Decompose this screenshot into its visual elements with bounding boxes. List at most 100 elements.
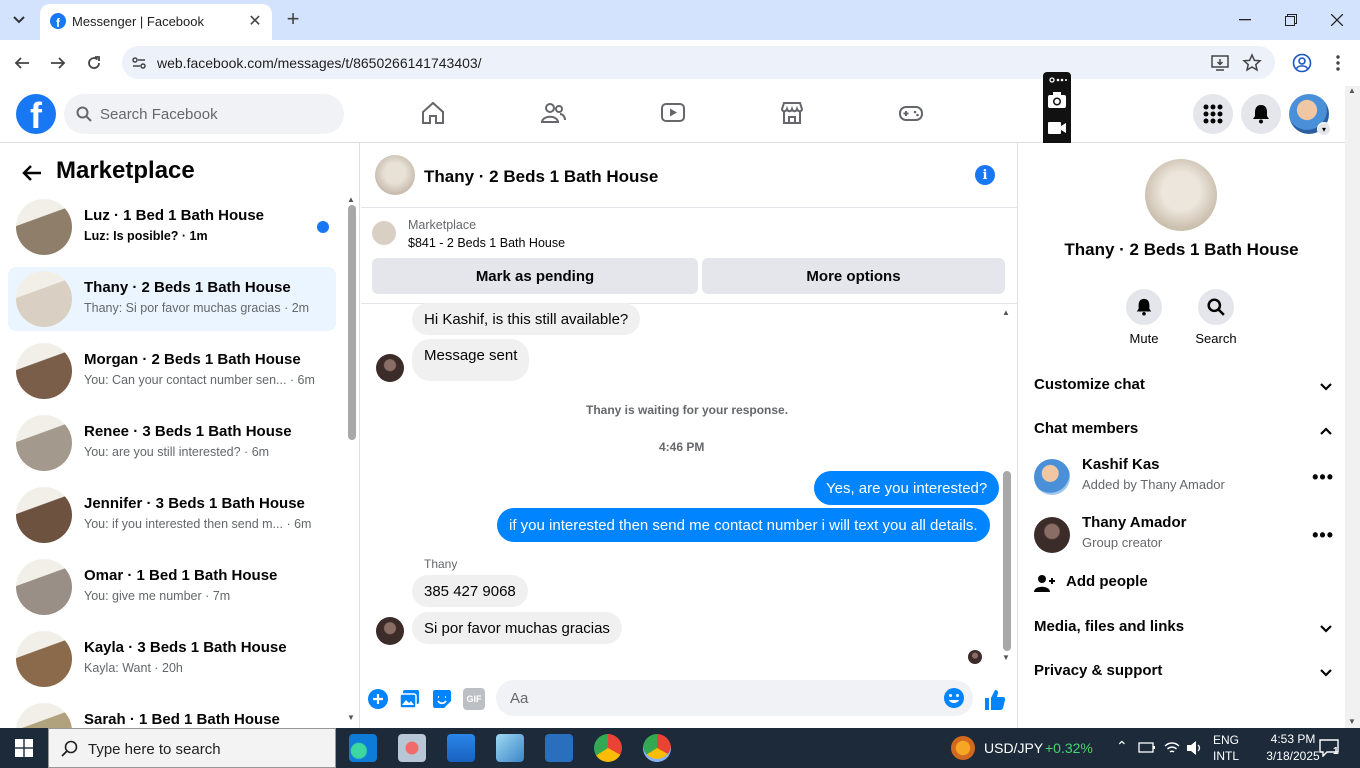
more-options-icon[interactable]: ••• <box>1312 525 1334 546</box>
conversation-item[interactable]: Thany · 2 Beds 1 Bath House Thany: Si por… <box>8 267 336 331</box>
more-options-icon[interactable]: ••• <box>1312 467 1334 488</box>
conversation-item[interactable]: Morgan · 2 Beds 1 Bath House You: Can you… <box>8 339 336 403</box>
install-app-icon[interactable] <box>1210 53 1230 73</box>
listing-thumbnail[interactable] <box>372 221 396 245</box>
sidebar-scrollbar[interactable] <box>348 205 356 440</box>
mute-button[interactable]: Mute <box>1114 289 1174 346</box>
chat-members-section[interactable]: Chat members <box>1034 420 1334 444</box>
conversation-thumbnail <box>16 559 72 615</box>
add-people-button[interactable]: Add people <box>1034 573 1334 597</box>
chrome-icon[interactable] <box>594 734 622 762</box>
gif-button[interactable]: GIF <box>463 688 485 710</box>
new-tab-button[interactable]: + <box>282 6 304 31</box>
site-settings-icon[interactable] <box>130 54 148 72</box>
facebook-search-input[interactable]: Search Facebook <box>64 94 344 134</box>
microsoft-store-icon[interactable] <box>447 734 475 762</box>
friends-icon[interactable] <box>540 100 566 126</box>
conversation-item[interactable]: Omar · 1 Bed 1 Bath House You: give me nu… <box>8 555 336 619</box>
section-label: Chat members <box>1034 420 1139 437</box>
wifi-icon[interactable] <box>1163 740 1181 756</box>
scroll-down-icon[interactable]: ▼ <box>1002 653 1010 662</box>
ticker-icon[interactable] <box>951 736 975 760</box>
emoji-icon[interactable] <box>943 687 965 709</box>
listing-price[interactable]: $841 - 2 Beds 1 Bath House <box>408 236 565 250</box>
info-icon[interactable]: i <box>975 165 995 185</box>
keyboard-layout[interactable]: INTL <box>1213 749 1239 763</box>
bookmark-star-icon[interactable] <box>1242 53 1262 73</box>
snipping-tool-icon[interactable] <box>398 734 426 762</box>
minimize-button[interactable] <box>1230 6 1260 34</box>
back-button[interactable] <box>10 51 34 75</box>
calculator-icon[interactable] <box>545 734 573 762</box>
thumbs-up-icon[interactable] <box>983 688 1007 712</box>
reload-button[interactable] <box>82 51 106 75</box>
media-files-links-section[interactable]: Media, files and links <box>1034 618 1334 642</box>
page-scrollbar[interactable]: ▲ ▼ <box>1345 86 1360 728</box>
close-window-button[interactable] <box>1322 6 1352 34</box>
conversation-item[interactable]: Kayla · 3 Beds 1 Bath House Kayla: Want ·… <box>8 627 336 691</box>
video-icon[interactable] <box>660 100 686 126</box>
clock-date[interactable]: 3/18/2025 <box>1263 749 1323 763</box>
back-arrow-icon[interactable] <box>20 161 44 185</box>
ticker-symbol[interactable]: USD/JPY <box>984 740 1043 756</box>
panel-title: Marketplace <box>56 157 195 184</box>
address-bar[interactable]: web.facebook.com/messages/t/865026614174… <box>122 46 1275 79</box>
bell-icon <box>1253 105 1269 124</box>
menu-button[interactable] <box>1193 94 1233 134</box>
maximize-button[interactable] <box>1276 6 1306 34</box>
chat-title[interactable]: Thany · 2 Beds 1 Bath House <box>424 167 658 187</box>
forward-button[interactable] <box>46 51 70 75</box>
chrome-active-icon[interactable] <box>643 734 671 762</box>
chat-scrollbar[interactable] <box>1003 471 1011 651</box>
chat-photo[interactable] <box>1145 159 1217 231</box>
account-avatar[interactable]: ▾ <box>1289 94 1331 136</box>
member-avatar[interactable] <box>1034 517 1070 553</box>
volume-icon[interactable] <box>1186 740 1204 756</box>
mark-as-pending-button[interactable]: Mark as pending <box>372 258 698 294</box>
scroll-up-icon[interactable]: ▲ <box>347 195 355 204</box>
message-input[interactable]: Aa <box>496 680 973 716</box>
camera-icon[interactable] <box>1047 90 1067 110</box>
video-camera-icon[interactable] <box>1047 118 1067 138</box>
sender-avatar[interactable] <box>376 354 404 382</box>
customize-chat-section[interactable]: Customize chat <box>1034 376 1334 400</box>
sender-avatar[interactable] <box>376 617 404 645</box>
privacy-support-section[interactable]: Privacy & support <box>1034 662 1334 686</box>
scroll-up-icon[interactable]: ▲ <box>1002 308 1010 317</box>
chat-avatar[interactable] <box>375 155 415 195</box>
browser-tab-messenger[interactable]: f Messenger | Facebook ✕ <box>40 4 272 40</box>
gaming-icon[interactable] <box>898 100 924 126</box>
start-button[interactable] <box>0 728 48 768</box>
language-code[interactable]: ENG <box>1213 733 1239 747</box>
more-options-button[interactable]: More options <box>702 258 1005 294</box>
conversation-item[interactable]: Sarah · 1 Bed 1 Bath House <box>8 699 336 728</box>
plus-circle-icon[interactable] <box>367 688 389 710</box>
notifications-button[interactable] <box>1241 94 1281 134</box>
scroll-down-icon[interactable]: ▼ <box>347 713 355 722</box>
member-name[interactable]: Thany Amador <box>1082 514 1186 531</box>
edge-icon[interactable] <box>349 734 377 762</box>
conversation-item[interactable]: Jennifer · 3 Beds 1 Bath House You: if yo… <box>8 483 336 547</box>
network-icon[interactable] <box>1138 741 1156 755</box>
home-icon[interactable] <box>420 100 446 126</box>
conversation-item[interactable]: Renee · 3 Beds 1 Bath House You: are you … <box>8 411 336 475</box>
close-tab-icon[interactable]: ✕ <box>246 12 264 30</box>
tab-search-button[interactable] <box>8 9 30 31</box>
member-name[interactable]: Kashif Kas <box>1082 456 1160 473</box>
sticker-icon[interactable] <box>431 688 453 710</box>
member-row[interactable]: Kashif Kas Added by Thany Amador ••• <box>1034 455 1334 503</box>
taskbar-search-box[interactable]: Type here to search <box>48 728 336 768</box>
notepad-icon[interactable] <box>496 734 524 762</box>
link-icon[interactable] <box>1047 74 1067 86</box>
facebook-logo-icon[interactable]: f <box>16 94 56 134</box>
profile-button[interactable] <box>1290 51 1314 75</box>
marketplace-icon[interactable] <box>779 100 805 126</box>
photo-icon[interactable] <box>399 688 421 710</box>
search-in-chat-button[interactable]: Search <box>1186 289 1246 346</box>
clock-time[interactable]: 4:53 PM <box>1263 732 1323 746</box>
member-row[interactable]: Thany Amador Group creator ••• <box>1034 513 1334 561</box>
show-hidden-icons-icon[interactable]: ⌃ <box>1116 738 1128 755</box>
conversation-item[interactable]: Luz · 1 Bed 1 Bath House Luz: Is posible?… <box>8 195 336 259</box>
member-avatar[interactable] <box>1034 459 1070 495</box>
browser-menu-button[interactable] <box>1326 51 1350 75</box>
